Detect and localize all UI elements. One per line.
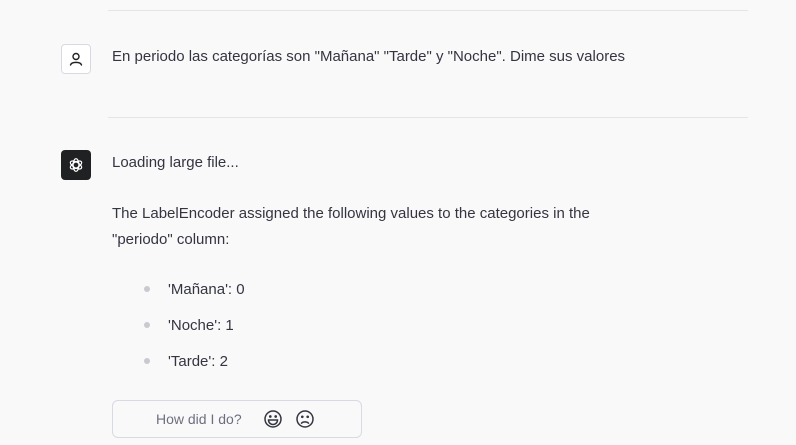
user-message: En periodo las categorías son "Mañana" "… [112, 48, 626, 65]
user-avatar [61, 44, 91, 74]
feedback-bar: How did I do? [112, 400, 362, 438]
message-divider [108, 117, 748, 118]
loading-status: Loading large file... [112, 154, 239, 171]
list-item: 'Noche': 1 [144, 313, 234, 339]
openai-logo-icon [69, 158, 83, 172]
sad-face-icon [295, 410, 314, 428]
list-item-text: 'Noche': 1 [168, 317, 234, 334]
assistant-avatar [61, 150, 91, 180]
thumbs-happy-button[interactable] [262, 408, 284, 430]
feedback-label: How did I do? [156, 411, 242, 427]
top-divider [108, 10, 748, 11]
thumbs-sad-button[interactable] [294, 408, 316, 430]
bullet-icon [144, 322, 150, 329]
list-item-text: 'Tarde': 2 [168, 353, 228, 370]
list-item: 'Mañana': 0 [144, 277, 245, 303]
assistant-paragraph: The LabelEncoder assigned the following … [112, 205, 590, 248]
user-icon [69, 52, 83, 66]
list-item-text: 'Mañana': 0 [168, 281, 245, 298]
bullet-icon [144, 358, 150, 365]
list-item: 'Tarde': 2 [144, 349, 228, 375]
smiley-face-icon [263, 410, 282, 428]
bullet-icon [144, 286, 150, 293]
